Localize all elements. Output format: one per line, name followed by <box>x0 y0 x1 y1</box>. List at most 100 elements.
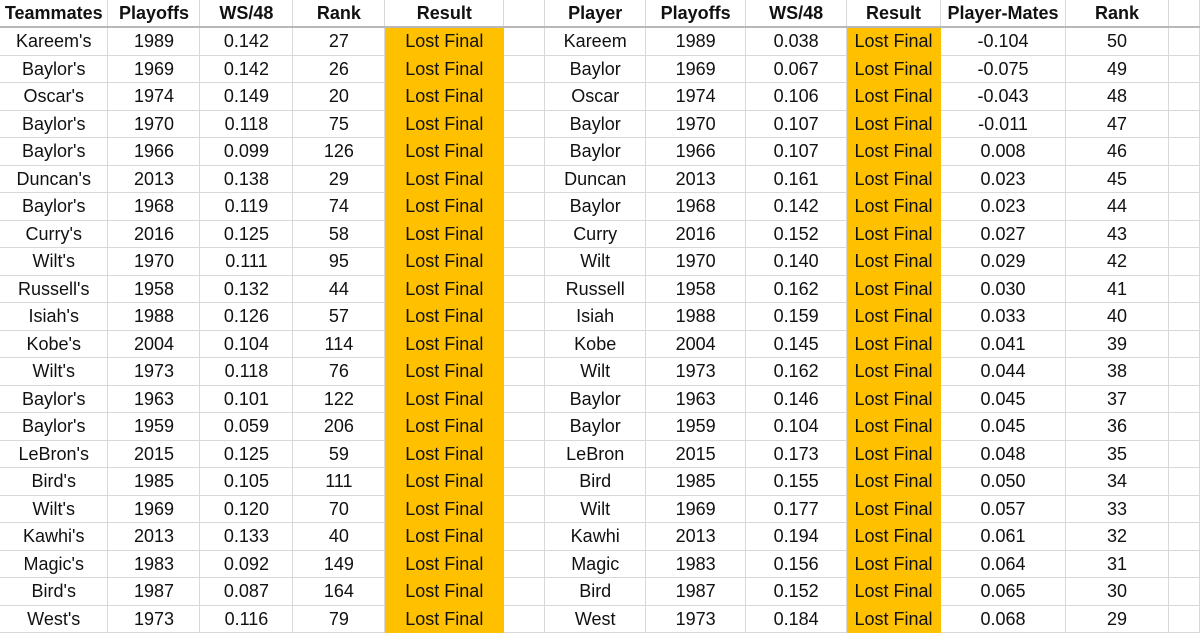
teammate-name-cell[interactable]: Baylor's <box>0 55 109 83</box>
teammate-name-cell[interactable]: Oscar's <box>0 82 109 111</box>
player-name-cell[interactable]: Duncan <box>544 165 647 193</box>
teammate-ws48-cell[interactable]: 0.142 <box>199 55 294 83</box>
player-ws48-cell[interactable]: 0.107 <box>745 137 848 166</box>
player-result-cell[interactable]: Lost Final <box>846 605 942 633</box>
header-cell-teammates[interactable]: Teammates <box>0 0 109 28</box>
player-playoffs-cell[interactable]: 1970 <box>645 110 747 138</box>
player-rank-cell[interactable]: 29 <box>1065 605 1169 633</box>
empty-trailing-cell[interactable] <box>1168 330 1200 358</box>
empty-spacer-cell[interactable] <box>503 192 546 221</box>
player-result-cell[interactable]: Lost Final <box>846 110 942 138</box>
teammate-ws48-cell[interactable]: 0.125 <box>199 440 294 468</box>
player-ws48-cell[interactable]: 0.104 <box>745 412 848 441</box>
teammate-rank-cell[interactable]: 26 <box>292 55 386 83</box>
empty-trailing-cell[interactable] <box>1168 137 1200 166</box>
player-rank-cell[interactable]: 50 <box>1065 27 1169 56</box>
teammate-rank-cell[interactable]: 95 <box>292 247 386 276</box>
player-rank-cell[interactable]: 38 <box>1065 357 1169 386</box>
player-result-cell[interactable]: Lost Final <box>846 302 942 331</box>
player-mates-diff-cell[interactable]: 0.045 <box>940 385 1067 413</box>
player-name-cell[interactable]: Baylor <box>544 192 647 221</box>
teammate-rank-cell[interactable]: 75 <box>292 110 386 138</box>
teammate-result-cell[interactable]: Lost Final <box>384 220 505 248</box>
player-ws48-cell[interactable]: 0.145 <box>745 330 848 358</box>
player-ws48-cell[interactable]: 0.161 <box>745 165 848 193</box>
player-ws48-cell[interactable]: 0.173 <box>745 440 848 468</box>
teammate-name-cell[interactable]: Isiah's <box>0 302 109 331</box>
teammate-ws48-cell[interactable]: 0.105 <box>199 467 294 496</box>
teammate-result-cell[interactable]: Lost Final <box>384 27 505 56</box>
teammate-playoffs-cell[interactable]: 1970 <box>107 247 201 276</box>
player-rank-cell[interactable]: 47 <box>1065 110 1169 138</box>
player-playoffs-cell[interactable]: 2016 <box>645 220 747 248</box>
player-rank-cell[interactable]: 31 <box>1065 550 1169 578</box>
player-playoffs-cell[interactable]: 2015 <box>645 440 747 468</box>
player-ws48-cell[interactable]: 0.162 <box>745 275 848 303</box>
teammate-rank-cell[interactable]: 114 <box>292 330 386 358</box>
empty-trailing-cell[interactable] <box>1168 82 1200 111</box>
empty-spacer-cell[interactable] <box>503 27 546 56</box>
teammate-ws48-cell[interactable]: 0.120 <box>199 495 294 523</box>
teammate-ws48-cell[interactable]: 0.087 <box>199 577 294 606</box>
header-cell-player-rank[interactable]: Rank <box>1065 0 1169 28</box>
player-result-cell[interactable]: Lost Final <box>846 192 942 221</box>
player-rank-cell[interactable]: 46 <box>1065 137 1169 166</box>
teammate-playoffs-cell[interactable]: 1966 <box>107 137 201 166</box>
teammate-ws48-cell[interactable]: 0.116 <box>199 605 294 633</box>
player-mates-diff-cell[interactable]: 0.068 <box>940 605 1067 633</box>
teammate-ws48-cell[interactable]: 0.104 <box>199 330 294 358</box>
empty-trailing-cell[interactable] <box>1168 165 1200 193</box>
teammate-playoffs-cell[interactable]: 2016 <box>107 220 201 248</box>
teammate-rank-cell[interactable]: 206 <box>292 412 386 441</box>
player-playoffs-cell[interactable]: 1959 <box>645 412 747 441</box>
teammate-playoffs-cell[interactable]: 1987 <box>107 577 201 606</box>
teammate-name-cell[interactable]: Baylor's <box>0 412 109 441</box>
player-mates-diff-cell[interactable]: -0.043 <box>940 82 1067 111</box>
teammate-result-cell[interactable]: Lost Final <box>384 440 505 468</box>
player-ws48-cell[interactable]: 0.146 <box>745 385 848 413</box>
player-name-cell[interactable]: Oscar <box>544 82 647 111</box>
player-playoffs-cell[interactable]: 1966 <box>645 137 747 166</box>
player-name-cell[interactable]: Wilt <box>544 357 647 386</box>
teammate-ws48-cell[interactable]: 0.138 <box>199 165 294 193</box>
teammate-name-cell[interactable]: LeBron's <box>0 440 109 468</box>
empty-spacer-cell[interactable] <box>503 247 546 276</box>
player-result-cell[interactable]: Lost Final <box>846 82 942 111</box>
player-result-cell[interactable]: Lost Final <box>846 27 942 56</box>
empty-trailing-cell[interactable] <box>1168 385 1200 413</box>
player-name-cell[interactable]: Isiah <box>544 302 647 331</box>
player-ws48-cell[interactable]: 0.177 <box>745 495 848 523</box>
teammate-result-cell[interactable]: Lost Final <box>384 357 505 386</box>
teammate-result-cell[interactable]: Lost Final <box>384 495 505 523</box>
player-result-cell[interactable]: Lost Final <box>846 385 942 413</box>
player-result-cell[interactable]: Lost Final <box>846 550 942 578</box>
player-playoffs-cell[interactable]: 1969 <box>645 55 747 83</box>
teammate-result-cell[interactable]: Lost Final <box>384 522 505 551</box>
player-playoffs-cell[interactable]: 1988 <box>645 302 747 331</box>
player-playoffs-cell[interactable]: 1973 <box>645 357 747 386</box>
teammate-rank-cell[interactable]: 126 <box>292 137 386 166</box>
teammate-name-cell[interactable]: Duncan's <box>0 165 109 193</box>
player-mates-diff-cell[interactable]: 0.064 <box>940 550 1067 578</box>
player-name-cell[interactable]: Kobe <box>544 330 647 358</box>
empty-spacer-cell[interactable] <box>503 330 546 358</box>
teammate-name-cell[interactable]: Bird's <box>0 467 109 496</box>
player-mates-diff-cell[interactable]: 0.033 <box>940 302 1067 331</box>
player-rank-cell[interactable]: 35 <box>1065 440 1169 468</box>
empty-trailing-cell[interactable] <box>1168 357 1200 386</box>
player-result-cell[interactable]: Lost Final <box>846 467 942 496</box>
empty-spacer-cell[interactable] <box>503 0 546 28</box>
teammate-rank-cell[interactable]: 74 <box>292 192 386 221</box>
empty-spacer-cell[interactable] <box>503 440 546 468</box>
player-mates-diff-cell[interactable]: -0.075 <box>940 55 1067 83</box>
player-mates-diff-cell[interactable]: 0.061 <box>940 522 1067 551</box>
teammate-result-cell[interactable]: Lost Final <box>384 165 505 193</box>
teammate-name-cell[interactable]: Curry's <box>0 220 109 248</box>
player-name-cell[interactable]: West <box>544 605 647 633</box>
player-mates-diff-cell[interactable]: -0.011 <box>940 110 1067 138</box>
player-result-cell[interactable]: Lost Final <box>846 247 942 276</box>
teammate-playoffs-cell[interactable]: 1973 <box>107 605 201 633</box>
empty-spacer-cell[interactable] <box>503 577 546 606</box>
teammate-ws48-cell[interactable]: 0.133 <box>199 522 294 551</box>
empty-spacer-cell[interactable] <box>503 412 546 441</box>
